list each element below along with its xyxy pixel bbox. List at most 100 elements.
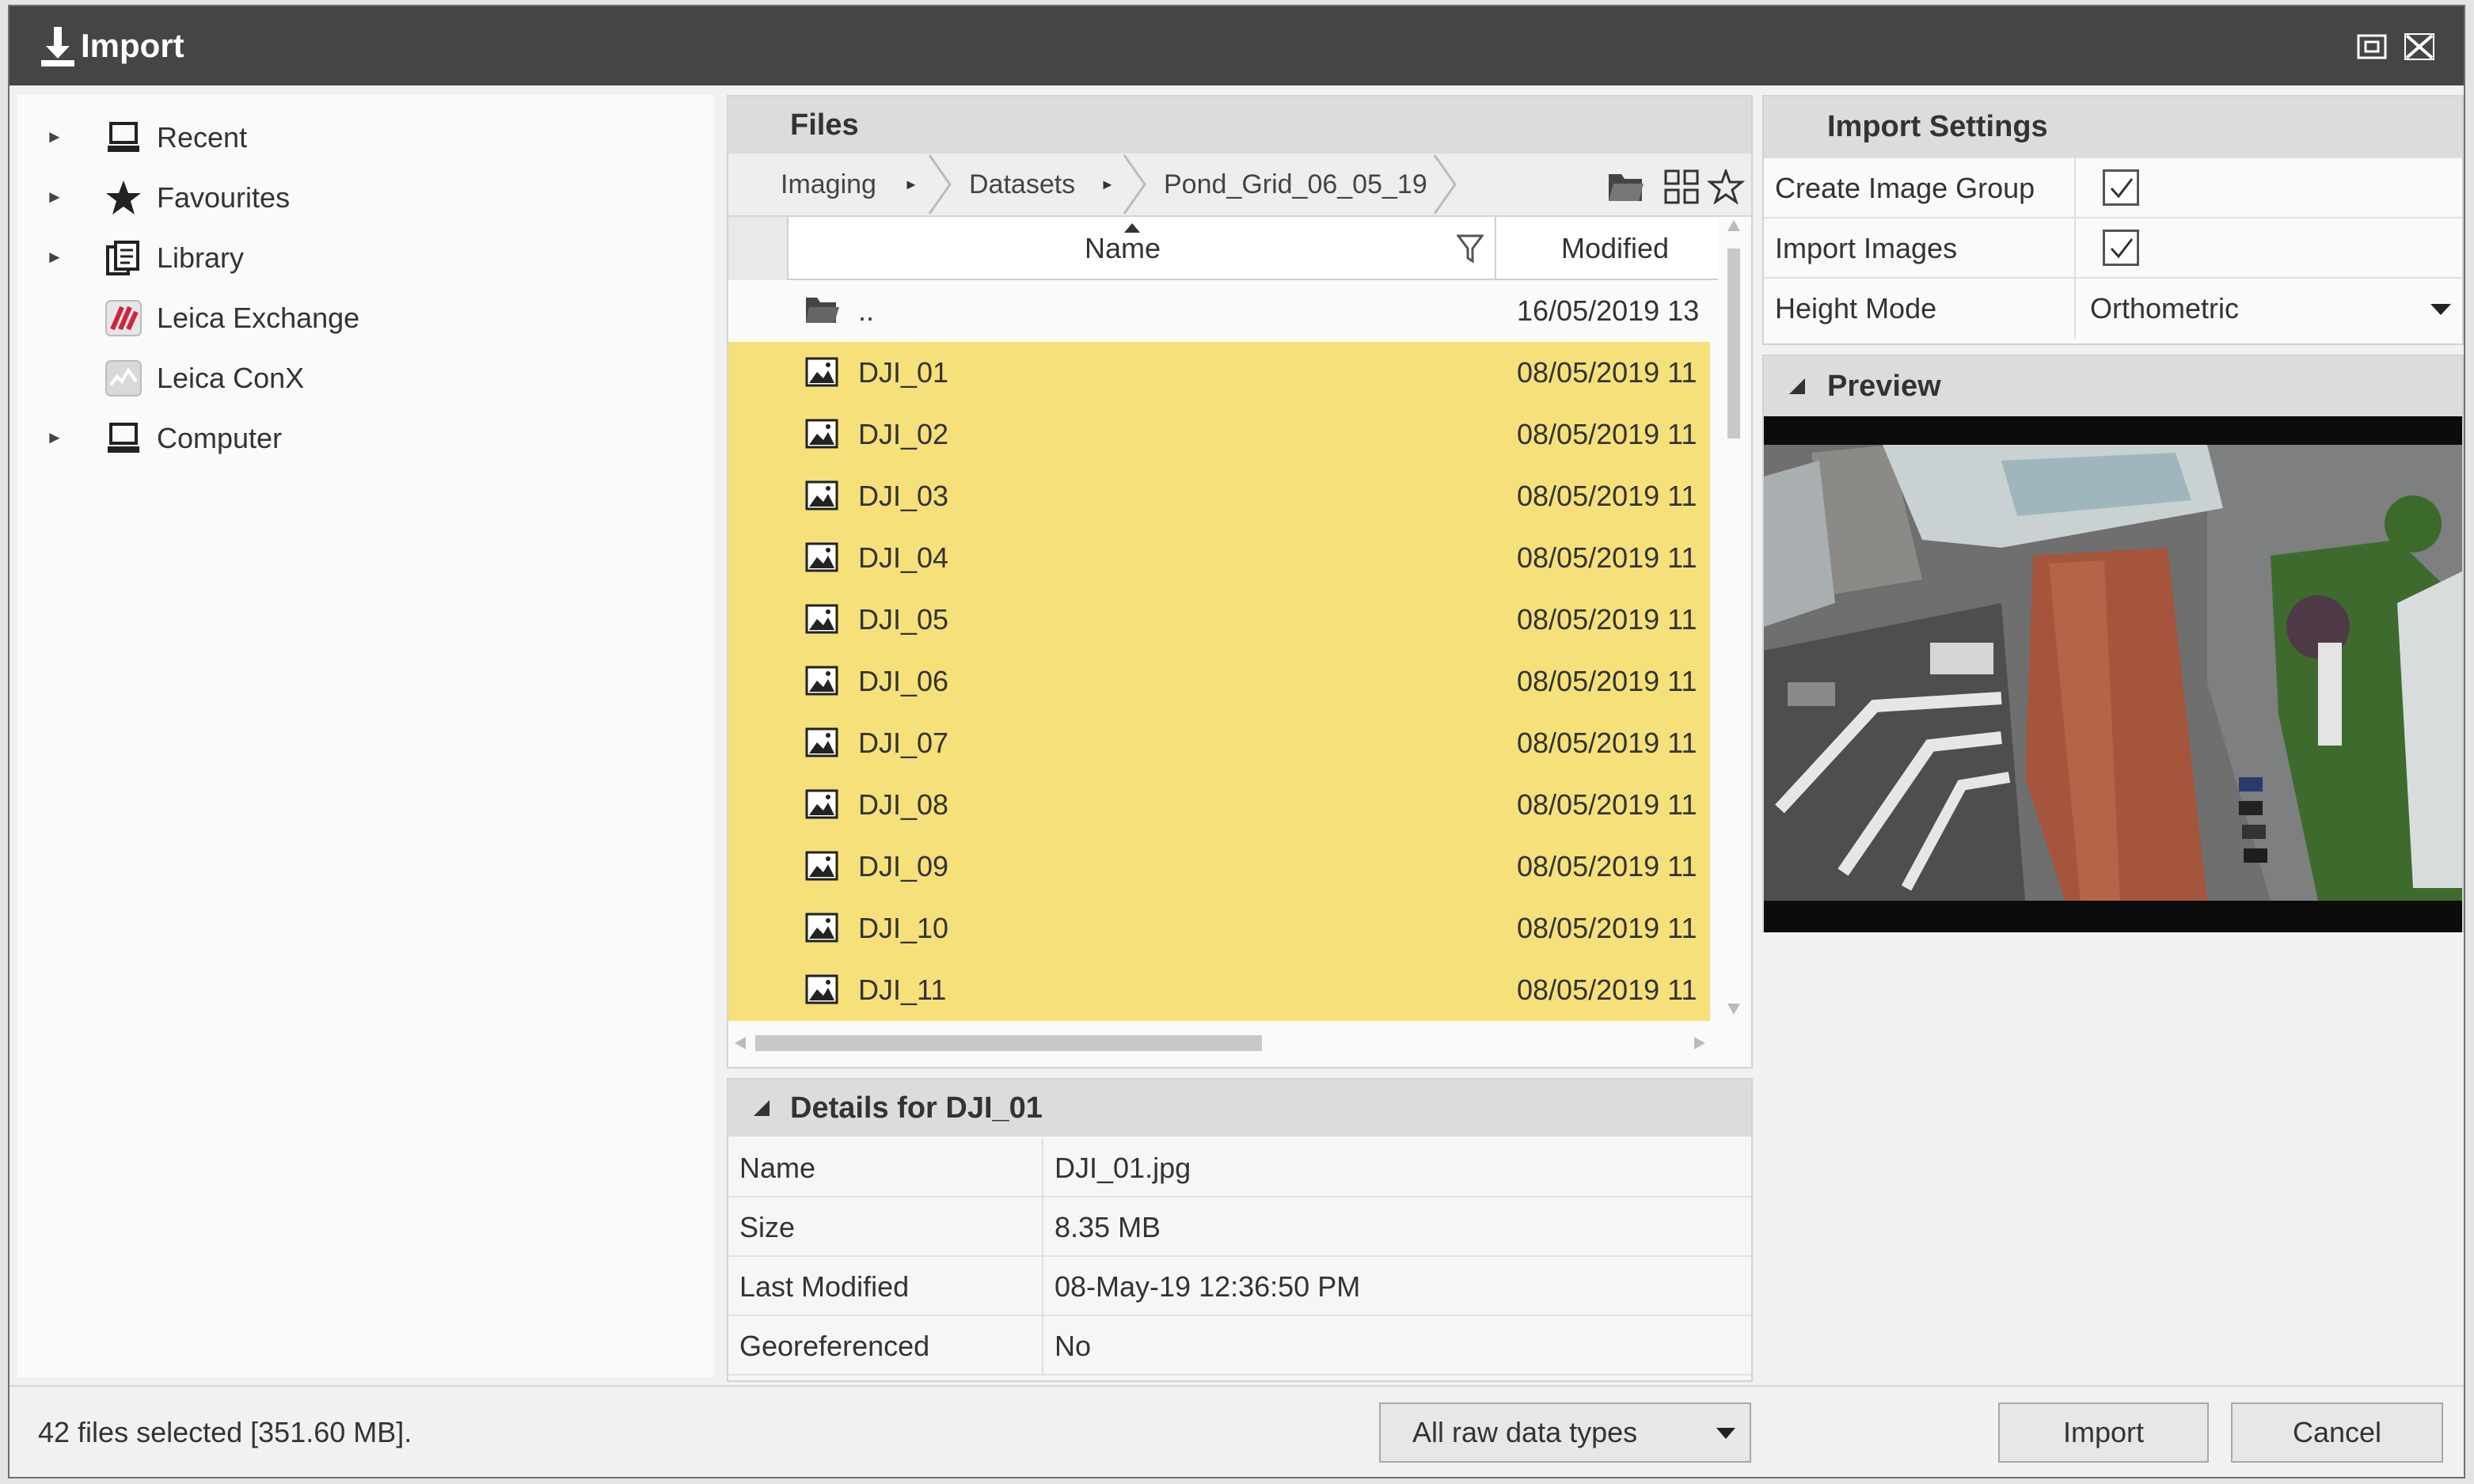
favourite-star-icon[interactable]	[1707, 169, 1745, 204]
collapse-triangle-icon[interactable]	[1788, 377, 1807, 396]
file-row[interactable]: DJI_10 08/05/2019 11	[728, 898, 1710, 959]
file-list: .. 16/05/2019 13 DJI_01 08/05/2019 11 DJI_02…	[728, 280, 1718, 1024]
image-file-icon	[805, 604, 838, 634]
details-header[interactable]: Details for DJI_01	[728, 1080, 1751, 1137]
import-dialog: Import ► Recent ► Favourites ► Library L…	[8, 5, 2465, 1478]
file-row[interactable]: DJI_05 08/05/2019 11	[728, 589, 1710, 651]
file-list-header: Name Modified	[728, 217, 1718, 280]
horizontal-scrollbar-thumb[interactable]	[755, 1035, 1262, 1051]
breadcrumb: Imaging ► Datasets ► Pond_Grid_06_05_19	[728, 154, 1751, 217]
chevron-down-icon	[1716, 1428, 1735, 1439]
file-modified-date: 08/05/2019 11	[1517, 974, 1697, 1006]
setting-label: Height Mode	[1775, 292, 1937, 325]
tree-item-computer[interactable]: ► Computer	[17, 408, 714, 469]
tree-item-leica-conx[interactable]: Leica ConX	[17, 348, 714, 408]
window-title: Import	[81, 27, 184, 64]
column-header-name[interactable]: Name	[1085, 217, 1161, 280]
details-panel: Details for DJI_01 Name DJI_01.jpg Size …	[727, 1078, 1753, 1382]
height-mode-value: Orthometric	[2090, 292, 2240, 325]
detail-value: 8.35 MB	[1055, 1211, 1161, 1243]
breadcrumb-dropdown-icon[interactable]: ►	[904, 176, 918, 193]
image-file-icon	[805, 480, 838, 510]
column-header-modified[interactable]: Modified	[1561, 217, 1669, 280]
file-row[interactable]: DJI_02 08/05/2019 11	[728, 404, 1710, 465]
breadcrumb-item-datasets[interactable]: Datasets	[969, 154, 1075, 215]
file-row[interactable]: DJI_03 08/05/2019 11	[728, 465, 1710, 527]
vertical-scrollbar-thumb[interactable]	[1727, 249, 1740, 438]
file-row[interactable]: DJI_04 08/05/2019 11	[728, 527, 1710, 589]
file-name: DJI_01	[858, 356, 949, 389]
detail-divider	[1042, 1138, 1043, 1197]
image-file-icon	[805, 357, 838, 387]
detail-row-size: Size 8.35 MB	[728, 1197, 1751, 1257]
expand-arrow-icon[interactable]: ►	[46, 125, 65, 149]
tree-item-label: Leica ConX	[157, 362, 305, 394]
vertical-scrollbar[interactable]	[1723, 217, 1746, 1032]
file-modified-date: 08/05/2019 11	[1517, 603, 1697, 636]
tree-item-recent[interactable]: ► Recent	[17, 108, 714, 168]
image-file-icon	[805, 419, 838, 449]
grid-view-icon[interactable]	[1663, 169, 1701, 204]
select-all-column[interactable]	[728, 217, 789, 280]
parent-folder-row[interactable]: .. 16/05/2019 13	[728, 280, 1710, 342]
scroll-right-icon[interactable]	[1694, 1037, 1705, 1049]
breadcrumb-item-imaging[interactable]: Imaging	[781, 154, 876, 215]
detail-divider	[1042, 1316, 1043, 1376]
detail-row-georeferenced: Georeferenced No	[728, 1316, 1751, 1376]
expand-arrow-icon[interactable]: ►	[46, 426, 65, 450]
open-folder-icon[interactable]	[1607, 169, 1645, 204]
file-name: DJI_03	[858, 480, 949, 512]
tree-item-library[interactable]: ► Library	[17, 228, 714, 288]
file-row[interactable]: DJI_07 08/05/2019 11	[728, 712, 1710, 774]
collapse-triangle-icon[interactable]	[752, 1099, 771, 1118]
file-row[interactable]: DJI_11 08/05/2019 11	[728, 959, 1710, 1021]
file-modified-date: 16/05/2019 13	[1517, 294, 1700, 327]
scroll-down-icon[interactable]	[1727, 1004, 1740, 1015]
library-icon	[106, 241, 139, 275]
file-name: ..	[858, 294, 875, 327]
detail-key: Name	[739, 1152, 816, 1184]
tree-item-label: Recent	[157, 121, 248, 154]
expand-arrow-icon[interactable]: ►	[46, 245, 65, 269]
file-row[interactable]: DJI_06 08/05/2019 11	[728, 651, 1710, 712]
tree-item-label: Leica Exchange	[157, 302, 360, 334]
import-images-checkbox[interactable]	[2103, 230, 2139, 266]
horizontal-scrollbar[interactable]	[728, 1024, 1718, 1059]
file-name: DJI_02	[858, 418, 949, 450]
import-settings-panel: Import Settings Create Image Group Impor…	[1762, 95, 2464, 345]
expand-arrow-icon[interactable]: ►	[46, 185, 65, 209]
filter-icon[interactable]	[1457, 234, 1484, 264]
cancel-button[interactable]: Cancel	[2231, 1402, 2443, 1463]
data-type-dropdown[interactable]: All raw data types	[1379, 1402, 1751, 1463]
column-divider[interactable]	[1495, 217, 1496, 280]
scroll-left-icon[interactable]	[735, 1037, 746, 1049]
file-modified-date: 08/05/2019 11	[1517, 727, 1697, 759]
star-icon	[106, 180, 141, 214]
breadcrumb-item-folder[interactable]: Pond_Grid_06_05_19	[1164, 154, 1427, 215]
image-file-icon	[805, 851, 838, 881]
file-row[interactable]: DJI_01 08/05/2019 11	[728, 342, 1710, 404]
selection-status: 42 files selected [351.60 MB].	[38, 1416, 412, 1448]
file-row[interactable]: DJI_09 08/05/2019 11	[728, 836, 1710, 898]
breadcrumb-dropdown-icon[interactable]: ►	[1100, 176, 1115, 193]
leica-conx-icon	[105, 360, 142, 397]
tree-item-leica-exchange[interactable]: Leica Exchange	[17, 288, 714, 348]
preview-header[interactable]: Preview	[1764, 356, 2462, 416]
folder-icon	[806, 298, 839, 323]
restore-icon[interactable]	[2356, 33, 2388, 60]
detail-key: Georeferenced	[739, 1330, 930, 1362]
create-image-group-checkbox[interactable]	[2103, 169, 2139, 206]
file-name: DJI_07	[858, 727, 949, 759]
import-button[interactable]: Import	[1998, 1402, 2209, 1463]
file-name: DJI_10	[858, 912, 949, 944]
close-icon[interactable]	[2404, 33, 2435, 60]
breadcrumb-separator-icon	[1123, 154, 1146, 214]
setting-import-images: Import Images	[1764, 217, 2462, 279]
file-row[interactable]: DJI_08 08/05/2019 11	[728, 774, 1710, 836]
setting-height-mode: Height Mode Orthometric	[1764, 277, 2462, 339]
scroll-up-icon[interactable]	[1727, 220, 1740, 231]
tree-item-favourites[interactable]: ► Favourites	[17, 168, 714, 228]
height-mode-dropdown[interactable]: Orthometric	[2076, 279, 2462, 339]
file-name: DJI_06	[858, 665, 949, 697]
preview-title: Preview	[1827, 370, 1941, 403]
